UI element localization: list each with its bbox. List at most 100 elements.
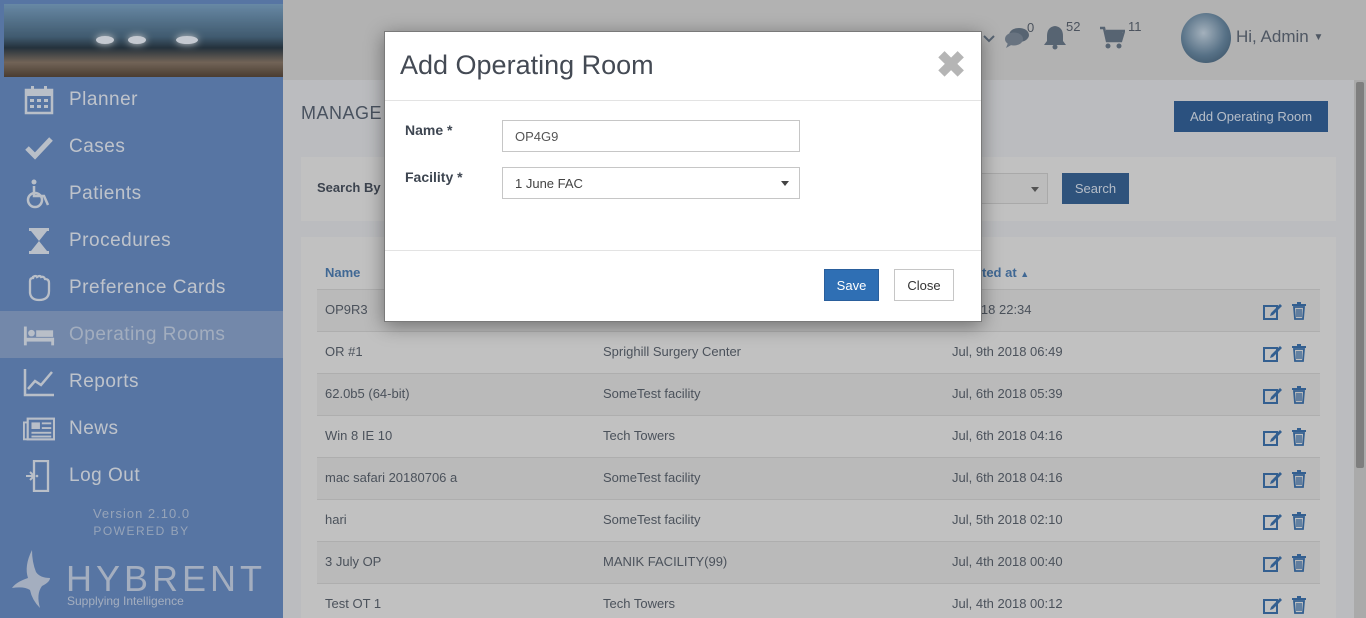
cell-created: Jul, 6th 2018 04:16 (952, 470, 1063, 485)
close-button[interactable]: Close (894, 269, 954, 301)
edit-icon[interactable] (1263, 469, 1283, 489)
trash-icon[interactable] (1289, 469, 1309, 489)
edit-icon[interactable] (1263, 595, 1283, 615)
calendar-icon (23, 84, 55, 116)
sidebar-item-planner[interactable]: Planner (0, 76, 283, 123)
sidebar-item-news[interactable]: News (0, 405, 283, 452)
cell-created: Jul, 5th 2018 02:10 (952, 512, 1063, 527)
trash-icon[interactable] (1289, 385, 1309, 405)
sidebar-item-label: Preference Cards (69, 276, 226, 298)
search-button[interactable]: Search (1062, 173, 1129, 204)
cell-facility: Tech Towers (603, 428, 676, 443)
messages-count: 0 (1027, 20, 1035, 35)
edit-icon[interactable] (1263, 427, 1283, 447)
powered-by-text: POWERED BY (93, 524, 190, 538)
edit-icon[interactable] (1263, 343, 1283, 363)
name-field-label: Name * (405, 122, 453, 138)
cell-name: 3 July OP (325, 554, 382, 569)
table-row: 3 July OP MANIK FACILITY(99) Jul, 4th 2018… (317, 541, 1320, 583)
table-row: mac safari 20180706 a SomeTest facility Ju… (317, 457, 1320, 499)
sidebar: Planner Cases Patients Procedures Prefer… (0, 0, 283, 618)
cell-name: Win 8 IE 10 (325, 428, 393, 443)
cell-name: 62.0b5 (64-bit) (325, 386, 410, 401)
trash-icon[interactable] (1289, 427, 1309, 447)
trash-icon[interactable] (1289, 301, 1309, 321)
table-row: OR #1 Sprighill Surgery Center Jul, 9th 20… (317, 331, 1320, 373)
sidebar-item-reports[interactable]: Reports (0, 358, 283, 405)
column-header-created[interactable]: ted at ▲ (982, 265, 1029, 280)
wheelchair-icon (23, 178, 55, 210)
search-by-label: Search By (317, 180, 381, 195)
notifications-count: 52 (1066, 19, 1081, 34)
newspaper-icon (23, 413, 55, 445)
cell-name: OP9R3 (325, 302, 368, 317)
facility-select[interactable]: 1 June FAC (502, 167, 800, 199)
sidebar-item-label: Planner (69, 88, 138, 110)
scrollbar-thumb[interactable] (1356, 82, 1364, 468)
cell-facility: Sprighill Surgery Center (603, 344, 742, 359)
add-operating-room-button[interactable]: Add Operating Room (1174, 101, 1328, 132)
bed-icon (23, 319, 55, 351)
sidebar-item-label: Patients (69, 182, 142, 204)
close-icon[interactable]: ✖ (936, 47, 966, 83)
cell-created: Jul, 4th 2018 00:12 (952, 596, 1063, 611)
sidebar-item-patients[interactable]: Patients (0, 170, 283, 217)
sidebar-item-operating-rooms[interactable]: Operating Rooms (0, 311, 283, 358)
add-operating-room-modal: Add Operating Room ✖ Name * Facility * 1… (384, 31, 982, 322)
table-row: Win 8 IE 10 Tech Towers Jul, 6th 2018 04:1… (317, 415, 1320, 457)
divider (385, 100, 981, 101)
cell-created: Jul, 6th 2018 04:16 (952, 428, 1063, 443)
trash-icon[interactable] (1289, 343, 1309, 363)
trash-icon[interactable] (1289, 511, 1309, 531)
sidebar-item-label: Cases (69, 135, 126, 157)
user-greeting[interactable]: Hi, Admin ▼ (1236, 27, 1323, 47)
cell-created: Jul, 9th 2018 06:49 (952, 344, 1063, 359)
sort-asc-icon: ▲ (1020, 269, 1030, 279)
cell-name: Test OT 1 (325, 596, 382, 611)
cart-count: 11 (1128, 19, 1142, 34)
cell-facility: Tech Towers (603, 596, 676, 611)
sidebar-item-label: Operating Rooms (69, 323, 226, 345)
edit-icon[interactable] (1263, 385, 1283, 405)
cell-facility: SomeTest facility (603, 386, 701, 401)
edit-icon[interactable] (1263, 511, 1283, 531)
sidebar-banner-image (4, 4, 283, 77)
brand-tagline: Supplying Intelligence (67, 594, 184, 608)
edit-icon[interactable] (1263, 553, 1283, 573)
column-header-name[interactable]: Name (325, 265, 360, 280)
sidebar-item-label: Reports (69, 370, 140, 392)
name-field[interactable] (502, 120, 800, 152)
caret-down-icon (781, 181, 789, 186)
check-icon (23, 131, 55, 163)
cart-icon[interactable] (1099, 26, 1125, 50)
page-title: MANAGE (301, 103, 383, 123)
table-row: hari SomeTest facility Jul, 5th 2018 02:10 (317, 499, 1320, 541)
save-button[interactable]: Save (824, 269, 879, 301)
sidebar-item-procedures[interactable]: Procedures (0, 217, 283, 264)
sidebar-item-label: News (69, 417, 119, 439)
table-row: Test OT 1 Tech Towers Jul, 4th 2018 00:12 (317, 583, 1320, 618)
divider (385, 250, 981, 251)
trash-icon[interactable] (1289, 553, 1309, 573)
bell-icon[interactable] (1043, 24, 1067, 50)
sidebar-item-cases[interactable]: Cases (0, 123, 283, 170)
cell-facility: SomeTest facility (603, 470, 701, 485)
version-text: Version 2.10.0 (92, 506, 191, 521)
hourglass-icon (23, 225, 55, 257)
chevron-down-icon[interactable] (983, 34, 995, 44)
chart-line-icon (23, 366, 55, 398)
caret-down-icon (1031, 187, 1039, 192)
avatar[interactable] (1181, 13, 1231, 63)
cell-name: hari (325, 512, 347, 527)
table-row: 62.0b5 (64-bit) SomeTest facility Jul, 6th… (317, 373, 1320, 415)
sidebar-item-label: Log Out (69, 464, 141, 486)
sidebar-item-log-out[interactable]: Log Out (0, 452, 283, 499)
cell-created: Jul, 4th 2018 00:40 (952, 554, 1063, 569)
hybrent-logo-mark-icon (12, 550, 50, 608)
sidebar-item-label: Procedures (69, 229, 172, 251)
sidebar-item-preference-cards[interactable]: Preference Cards (0, 264, 283, 311)
cell-facility: MANIK FACILITY(99) (603, 554, 728, 569)
trash-icon[interactable] (1289, 595, 1309, 615)
cell-facility: SomeTest facility (603, 512, 701, 527)
edit-icon[interactable] (1263, 301, 1283, 321)
